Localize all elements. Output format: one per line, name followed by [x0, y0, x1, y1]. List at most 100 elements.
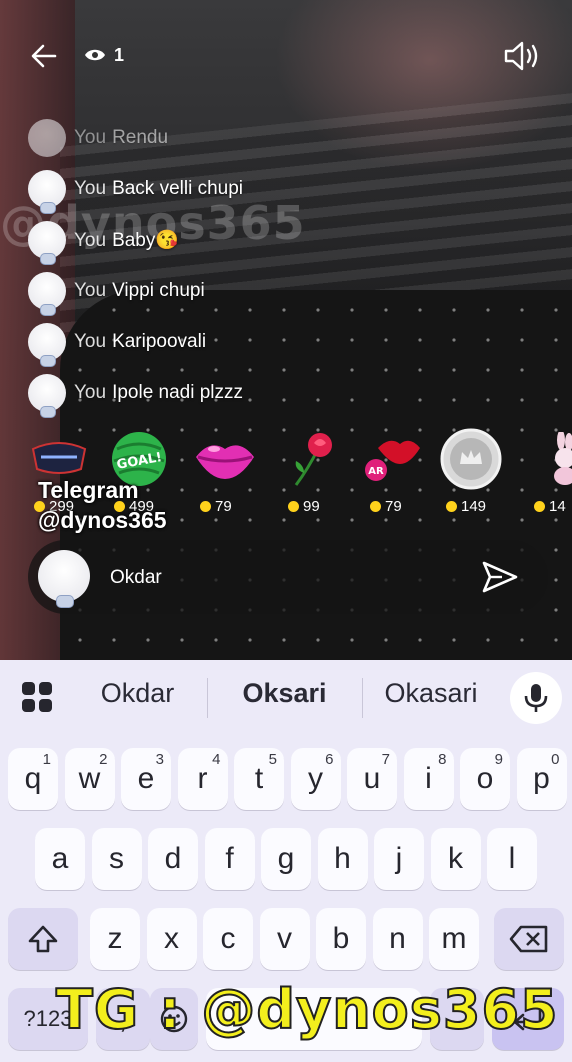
level-badge-icon	[56, 595, 74, 608]
comment-item: You Karipoovali	[28, 316, 448, 367]
key-s[interactable]: s	[91, 828, 142, 890]
shift-icon	[28, 925, 58, 953]
key-label: r	[197, 762, 208, 795]
key-b[interactable]: b	[316, 908, 366, 970]
gift-item[interactable]: AR 79	[360, 424, 430, 520]
comment-user: You	[74, 177, 107, 199]
gift-price: 14	[549, 498, 566, 515]
key-x[interactable]: x	[146, 908, 197, 970]
comment-input[interactable]	[108, 560, 462, 596]
apps-grid-icon[interactable]	[20, 680, 54, 714]
telegram-watermark-line1: Telegram	[38, 477, 139, 503]
comment-text: Back velli chupi	[112, 177, 244, 199]
key-number-hint: 3	[155, 751, 164, 768]
avatar	[28, 322, 66, 367]
coin-icon	[288, 501, 299, 512]
back-arrow-icon[interactable]	[26, 38, 62, 74]
backspace-key[interactable]	[494, 908, 564, 970]
key-row-1: q1w2e3r4t5y6u7i8o9p0	[0, 748, 572, 810]
comment-list: You Rendu You Back velli chupi You Baby😘 Yo…	[28, 112, 448, 418]
microphone-icon[interactable]	[510, 672, 562, 724]
key-p[interactable]: p0	[516, 748, 567, 810]
key-h[interactable]: h	[317, 828, 368, 890]
suggestion-strip: Okdar Oksari Okasari	[0, 660, 572, 734]
key-o[interactable]: o9	[460, 748, 510, 810]
key-row-3: zxcvbnm	[0, 908, 572, 970]
key-label: t	[254, 762, 264, 795]
key-i[interactable]: i8	[403, 748, 454, 810]
comment-item: You Baby😘	[28, 214, 448, 265]
comment-text: Ipole nadi plzzz	[112, 381, 244, 403]
key-label: p	[533, 762, 550, 795]
avatar	[28, 220, 66, 265]
key-label: q	[24, 762, 42, 795]
comment-item: You Vippi chupi	[28, 265, 448, 316]
comment-user: You	[74, 279, 107, 301]
suggestion-divider	[207, 678, 208, 718]
level-badge-icon	[40, 354, 56, 367]
viewer-count: 1	[84, 42, 124, 68]
suggestion-3[interactable]: Okasari	[375, 678, 487, 709]
coin-icon	[534, 501, 545, 512]
key-q[interactable]: q1	[8, 748, 58, 810]
key-row-2: asdfghjkl	[0, 828, 572, 890]
key-label: u	[363, 762, 381, 795]
key-number-hint: 8	[438, 751, 447, 768]
key-v[interactable]: v	[259, 908, 310, 970]
silver-crown-gift-icon	[440, 428, 502, 490]
gift-item[interactable]: 14	[524, 424, 572, 520]
key-number-hint: 6	[325, 751, 334, 768]
gift-price: 149	[461, 498, 487, 515]
avatar	[28, 169, 66, 214]
level-badge-icon	[40, 303, 56, 316]
suggestion-2[interactable]: Oksari	[222, 678, 347, 709]
coin-icon	[200, 501, 211, 512]
coin-icon	[370, 501, 381, 512]
eye-icon	[85, 49, 105, 61]
gift-item[interactable]: 149	[436, 424, 506, 520]
comment-text: Baby😘	[112, 229, 180, 251]
key-m[interactable]: m	[429, 908, 479, 970]
bunny-gift-icon	[528, 428, 572, 490]
suggestion-divider	[362, 678, 363, 718]
key-y[interactable]: y6	[290, 748, 341, 810]
shift-key[interactable]	[8, 908, 78, 970]
comment-item: You Rendu	[28, 112, 448, 163]
avatar	[28, 271, 66, 316]
key-r[interactable]: r4	[177, 748, 228, 810]
key-j[interactable]: j	[374, 828, 424, 890]
key-number-hint: 9	[494, 751, 503, 768]
key-g[interactable]: g	[261, 828, 311, 890]
gift-price: 79	[385, 498, 402, 515]
backspace-icon	[509, 925, 548, 953]
speaker-icon[interactable]	[500, 36, 544, 76]
gift-item[interactable]: 99	[278, 424, 348, 520]
comment-text: Rendu	[112, 126, 169, 148]
ar-label: AR	[368, 466, 384, 477]
ar-lips-gift-icon: AR	[364, 428, 426, 490]
gift-item[interactable]: 79	[190, 424, 260, 520]
comment-user: You	[74, 330, 107, 352]
comment-text: Vippi chupi	[112, 279, 205, 301]
key-f[interactable]: f	[204, 828, 255, 890]
key-z[interactable]: z	[90, 908, 140, 970]
key-number-hint: 0	[551, 751, 560, 768]
key-k[interactable]: k	[430, 828, 481, 890]
key-label: o	[476, 762, 494, 795]
key-number-hint: 4	[212, 751, 221, 768]
send-icon[interactable]	[480, 557, 520, 597]
lips-gift-icon	[194, 428, 256, 490]
key-a[interactable]: a	[35, 828, 85, 890]
key-n[interactable]: n	[372, 908, 423, 970]
suggestion-1[interactable]: Okdar	[80, 678, 195, 709]
key-c[interactable]: c	[203, 908, 253, 970]
viewer-count-value: 1	[114, 44, 125, 65]
key-d[interactable]: d	[148, 828, 198, 890]
key-w[interactable]: w2	[64, 748, 115, 810]
key-e[interactable]: e3	[121, 748, 171, 810]
key-t[interactable]: t5	[234, 748, 284, 810]
level-badge-icon	[40, 405, 56, 418]
key-u[interactable]: u7	[347, 748, 397, 810]
key-number-hint: 1	[42, 751, 51, 768]
key-l[interactable]: l	[487, 828, 537, 890]
